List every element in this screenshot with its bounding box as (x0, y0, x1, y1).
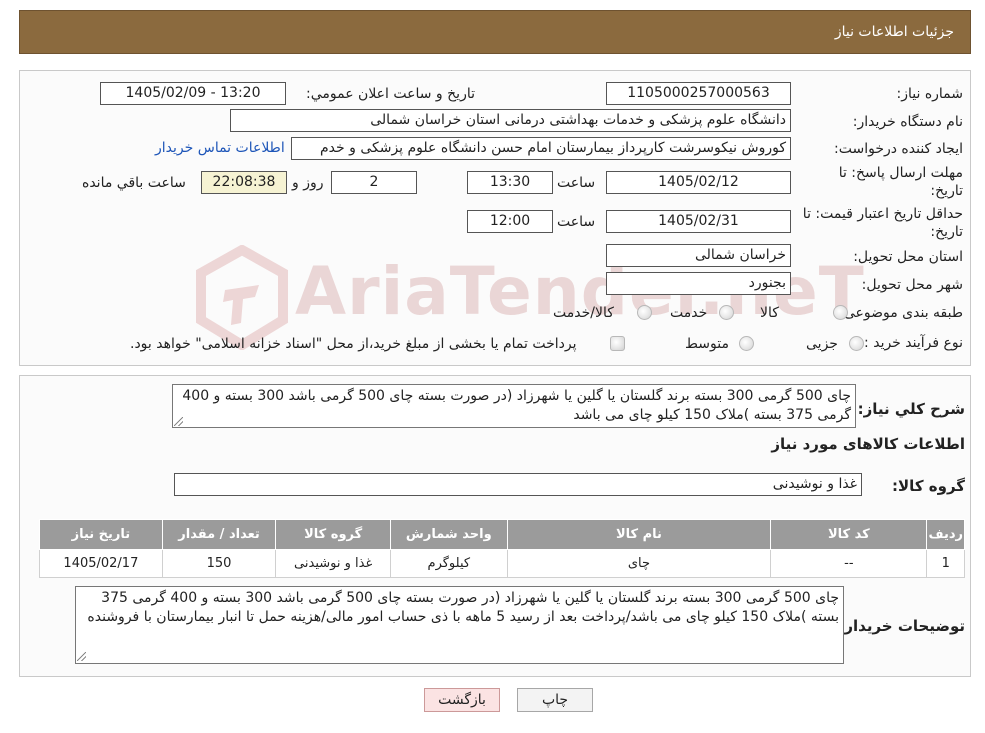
buyer-notes-text: چای 500 گرمی 300 بسته برند گلستان یا گلی… (87, 590, 839, 625)
table-row: 1 -- چای کیلوگرم غذا و نوشیدنی 150 1405/… (39, 549, 965, 578)
reply-deadline-label: مهلت ارسال پاسخ: تا (838, 165, 963, 181)
col-goods-group: گروه کالا (275, 519, 391, 550)
announce-datetime-label: تاریخ و ساعت اعلان عمومي: (306, 86, 475, 102)
page-title: جزئیات اطلاعات نیاز (834, 24, 954, 40)
col-item-name: نام کالا (506, 519, 772, 550)
cell-goods-group: غذا و نوشیدنی (275, 549, 391, 578)
process-radio-minor[interactable] (849, 336, 864, 351)
cell-row-number: 1 (926, 549, 965, 578)
general-description-label: شرح کلي نیاز: (857, 400, 965, 418)
price-validity-label-2: تاریخ: (930, 224, 963, 240)
buyer-org-label: نام دستگاه خریدار: (852, 114, 963, 130)
purchase-process-label: نوع فرآیند خرید : (864, 335, 963, 351)
category-option-service: خدمت (670, 305, 708, 321)
category-radio-goods[interactable] (833, 305, 848, 320)
buyer-notes-field: چای 500 گرمی 300 بسته برند گلستان یا گلی… (75, 586, 844, 664)
delivery-province-label: استان محل تحویل: (853, 249, 963, 265)
reply-deadline-time-label: ساعت (557, 175, 596, 191)
price-validity-date-field: 1405/02/31 (606, 210, 791, 233)
back-button[interactable]: بازگشت (424, 688, 500, 712)
category-option-goods: کالا (760, 305, 779, 321)
price-validity-time-label: ساعت (557, 214, 596, 230)
need-number-label: شماره نیاز: (896, 86, 964, 102)
goods-group-field: غذا و نوشیدنی (174, 473, 862, 496)
cell-need-date: 1405/02/17 (39, 549, 163, 578)
category-radio-goods-service[interactable] (637, 305, 652, 320)
category-option-goods-service: کالا/خدمت (553, 305, 614, 321)
need-number-field: 1105000257000563 (606, 82, 791, 105)
remaining-days-field: 2 (331, 171, 417, 194)
general-description-text: چای 500 گرمی 300 بسته برند گلستان یا گلی… (182, 388, 851, 423)
process-option-minor: جزیی (806, 336, 838, 352)
category-radio-service[interactable] (719, 305, 734, 320)
page-header: جزئیات اطلاعات نیاز (19, 10, 971, 54)
goods-table: ردیف کد کالا نام کالا واحد شمارش گروه کا… (39, 519, 965, 578)
buyer-notes-label: توضیحات خریدار: (838, 617, 965, 635)
delivery-province-field: خراسان شمالی (606, 244, 791, 267)
remaining-time-label: ساعت باقي مانده (82, 175, 186, 191)
col-item-code: کد کالا (770, 519, 928, 550)
treasury-checkbox[interactable] (610, 336, 625, 351)
remaining-time-field: 22:08:38 (201, 171, 287, 194)
watermark-logo-icon (196, 245, 288, 350)
reply-deadline-label-2: تاریخ: (930, 183, 963, 199)
treasury-payment-note: پرداخت تمام یا بخشی از مبلغ خرید،از محل … (130, 336, 577, 352)
print-button[interactable]: چاپ (517, 688, 593, 712)
request-creator-field: کوروش نیکوسرشت کارپرداز بیمارستان امام ح… (291, 137, 791, 160)
description-resize-grip[interactable] (174, 417, 183, 426)
reply-deadline-time-field: 13:30 (467, 171, 553, 194)
request-creator-label: ایجاد کننده درخواست: (834, 141, 963, 157)
notes-resize-grip[interactable] (77, 652, 86, 661)
subject-category-label: طبقه بندی موضوعی: (839, 305, 963, 321)
buyer-contact-link[interactable]: اطلاعات تماس خریدار (155, 140, 285, 156)
process-option-medium: متوسط (685, 336, 729, 352)
price-validity-label: حداقل تاریخ اعتبار قیمت: تا (802, 206, 963, 222)
delivery-city-field: بجنورد (606, 272, 791, 295)
general-description-field: چای 500 گرمی 300 بسته برند گلستان یا گلی… (172, 384, 856, 428)
price-validity-time-field: 12:00 (467, 210, 553, 233)
col-quantity: تعداد / مقدار (161, 519, 277, 550)
cell-item-code: -- (770, 549, 928, 578)
process-radio-medium[interactable] (739, 336, 754, 351)
cell-quantity: 150 (161, 549, 277, 578)
goods-info-title: اطلاعات کالاهای مورد نیاز (771, 435, 965, 453)
remaining-days-label: روز و (292, 175, 324, 191)
col-unit: واحد شمارش (389, 519, 508, 550)
col-need-date: تاریخ نیاز (39, 519, 163, 550)
goods-group-label: گروه کالا: (892, 477, 965, 495)
reply-deadline-date-field: 1405/02/12 (606, 171, 791, 194)
cell-unit: کیلوگرم (389, 549, 508, 578)
goods-table-header-row: ردیف کد کالا نام کالا واحد شمارش گروه کا… (39, 519, 965, 550)
cell-item-name: چای (506, 549, 772, 578)
announce-datetime-field: 1405/02/09 - 13:20 (100, 82, 286, 105)
buyer-org-field: دانشگاه علوم پزشکی و خدمات بهداشتی درمان… (230, 109, 791, 132)
delivery-city-label: شهر محل تحویل: (861, 277, 963, 293)
col-row-number: ردیف (926, 519, 965, 550)
